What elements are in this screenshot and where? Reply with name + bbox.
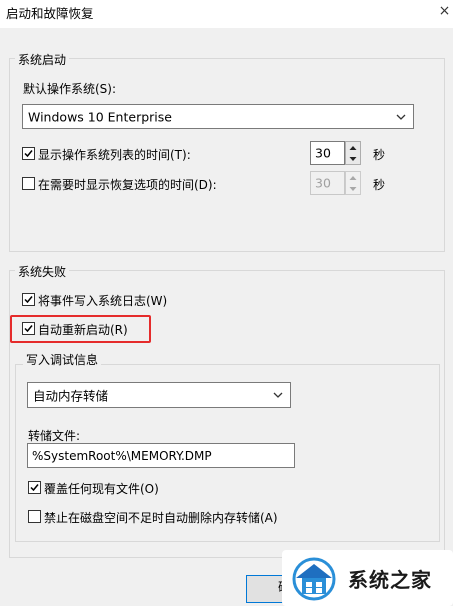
dump-type-value: 自动内存转储 [33,388,109,404]
seconds-unit-label-2: 秒 [373,178,386,192]
chevron-up-icon [349,145,357,150]
checkmark-icon [30,484,39,492]
show-os-list-spinner [345,141,361,165]
checkmark-icon [24,325,33,333]
auto-restart-checkbox[interactable] [22,322,35,335]
watermark-text: 系统之家 [348,568,432,592]
checkmark-icon [24,150,33,158]
show-recovery-checkbox[interactable] [22,177,35,190]
dump-file-input[interactable]: %SystemRoot%\MEMORY.DMP [27,443,295,468]
spin-down-button[interactable] [346,153,360,164]
show-os-list-label: 显示操作系统列表的时间(T): [38,148,191,162]
show-recovery-seconds-input[interactable]: 30 [310,171,345,195]
overwrite-label: 覆盖任何现有文件(O) [44,482,159,496]
spin-down-button[interactable] [346,183,360,194]
auto-restart-label: 自动重新启动(R) [38,323,128,337]
chevron-down-icon [349,156,357,161]
default-os-combo[interactable]: Windows 10 Enterprise [22,104,414,129]
write-event-label: 将事件写入系统日志(W) [38,294,168,308]
chevron-up-icon [349,175,357,180]
show-os-list-checkbox[interactable] [22,147,35,160]
overwrite-checkbox[interactable] [28,481,41,494]
house-logo-icon [292,557,336,601]
write-event-checkbox[interactable] [22,293,35,306]
show-os-list-seconds-input[interactable]: 30 [310,141,345,165]
dump-file-label: 转储文件: [28,429,81,443]
chevron-down-icon [273,392,283,398]
spin-up-button[interactable] [346,172,360,183]
show-os-list-seconds-value: 30 [315,145,331,161]
dump-file-value: %SystemRoot%\MEMORY.DMP [32,448,212,463]
seconds-unit-label: 秒 [373,148,386,162]
checkmark-icon [24,296,33,304]
show-recovery-label: 在需要时显示恢复选项的时间(D): [38,178,217,192]
window-title: 启动和故障恢复 [6,6,94,21]
default-os-value: Windows 10 Enterprise [28,109,172,124]
system-startup-caption: 系统启动 [15,51,70,68]
show-recovery-seconds-value: 30 [315,175,331,191]
default-os-label: 默认操作系统(S): [23,82,117,96]
disable-auto-delete-label: 禁止在磁盘空间不足时自动删除内存转储(A) [44,511,278,525]
system-failure-caption: 系统失败 [15,263,70,280]
disable-auto-delete-checkbox[interactable] [28,510,41,523]
spin-up-button[interactable] [346,142,360,153]
close-icon[interactable]: × [436,0,453,22]
chevron-down-icon [396,114,406,120]
chevron-down-icon [349,186,357,191]
show-recovery-spinner [345,171,361,195]
dump-type-combo[interactable]: 自动内存转储 [27,382,291,408]
title-bar: 启动和故障恢复 × [0,0,453,28]
debug-info-caption: 写入调试信息 [23,351,102,368]
